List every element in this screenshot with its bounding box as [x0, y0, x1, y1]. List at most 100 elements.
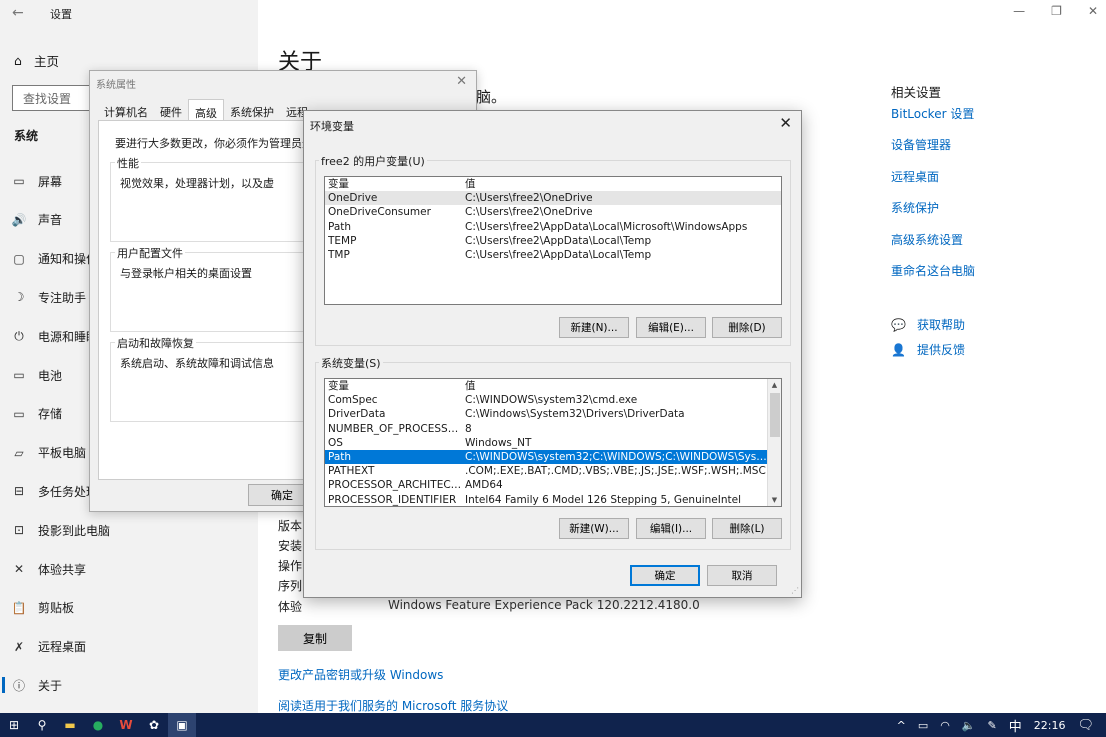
service-agreement-link[interactable]: 阅读适用于我们服务的 Microsoft 服务协议 — [278, 697, 508, 714]
scrollbar[interactable]: ▲ ▼ — [767, 379, 781, 506]
cancel-button[interactable]: 取消 — [707, 565, 777, 586]
window-title: 设置 — [50, 8, 72, 21]
table-row[interactable]: OS Windows_NT — [325, 436, 767, 450]
battery-tray-icon[interactable]: ▭ — [918, 719, 928, 732]
settings-gear-icon[interactable]: ✿ — [140, 713, 168, 737]
variable-name: Path — [328, 220, 352, 233]
variable-value: C:\Windows\System32\Drivers\DriverData — [465, 408, 685, 421]
get-help-link[interactable]: 💬 获取帮助 — [891, 316, 965, 333]
tablet-icon: ▱ — [14, 445, 24, 460]
table-row[interactable]: TMP C:\Users\free2\AppData\Local\Temp — [325, 248, 781, 262]
back-arrow-icon[interactable]: ← — [12, 5, 24, 21]
close-icon[interactable]: ✕ — [456, 74, 467, 89]
remote-desktop-link[interactable]: 远程桌面 — [891, 168, 939, 185]
sidebar-item-label: 存储 — [38, 407, 63, 422]
get-help-label: 获取帮助 — [917, 318, 966, 332]
bitlocker-link[interactable]: BitLocker 设置 — [891, 105, 974, 122]
scroll-down-icon[interactable]: ▼ — [768, 494, 781, 506]
table-row[interactable]: PATHEXT .COM;.EXE;.BAT;.CMD;.VBS;.VBE;.JS… — [325, 464, 767, 478]
group-text: 系统启动、系统故障和调试信息 — [120, 357, 274, 370]
browser-icon[interactable]: ● — [84, 713, 112, 737]
table-row[interactable]: ComSpec C:\WINDOWS\system32\cmd.exe — [325, 393, 767, 407]
table-row[interactable]: PROCESSOR_ARCHITECTU... AMD64 — [325, 478, 767, 492]
storage-icon: ▭ — [13, 406, 25, 421]
variable-value: Intel64 Family 6 Model 126 Stepping 5, G… — [465, 493, 742, 506]
edit-system-variable-button[interactable]: 编辑(I)... — [636, 518, 706, 539]
resize-grip-icon[interactable]: ⋰ — [791, 586, 799, 595]
variable-name: NUMBER_OF_PROCESSORS — [328, 422, 465, 435]
change-product-key-link[interactable]: 更改产品密钥或升级 Windows — [278, 666, 443, 683]
table-row[interactable]: OneDrive C:\Users\free2\OneDrive — [325, 191, 781, 206]
advanced-system-settings-link[interactable]: 高级系统设置 — [891, 231, 963, 248]
help-chat-icon: 💬 — [891, 317, 906, 332]
sidebar-item[interactable]: ⓘ 关于 — [0, 670, 258, 700]
edit-user-variable-button[interactable]: 编辑(E)... — [636, 317, 706, 338]
device-manager-link[interactable]: 设备管理器 — [891, 136, 951, 153]
sidebar-item-label: 屏幕 — [38, 174, 63, 189]
variable-value: .COM;.EXE;.BAT;.CMD;.VBS;.VBE;.JS;.JSE;.… — [465, 465, 766, 478]
sidebar-item[interactable]: 📋 剪贴板 — [0, 593, 258, 623]
new-user-variable-button[interactable]: 新建(N)... — [559, 317, 629, 338]
table-row[interactable]: Path C:\WINDOWS\system32;C:\WINDOWS;C:\WI… — [325, 449, 767, 465]
pen-icon[interactable]: ✎ — [988, 719, 997, 732]
system-variables-list[interactable]: 变量 值 ComSpec C:\WINDOWS\system32\cmd.exe D… — [324, 378, 782, 507]
project-icon: ⊡ — [13, 523, 25, 538]
spec-label: 操作 — [278, 559, 303, 573]
feedback-label: 提供反馈 — [917, 343, 966, 357]
ok-button[interactable]: 确定 — [630, 565, 700, 586]
delete-user-variable-button[interactable]: 删除(D) — [712, 317, 782, 338]
monitor-icon: ▭ — [13, 174, 25, 188]
column-header-value[interactable]: 值 — [465, 379, 767, 393]
list-header[interactable]: 变量 值 — [325, 177, 781, 191]
delete-system-variable-button[interactable]: 删除(L) — [712, 518, 782, 539]
list-header[interactable]: 变量 值 — [325, 379, 781, 393]
new-system-variable-button[interactable]: 新建(W)... — [559, 518, 629, 539]
column-header-value[interactable]: 值 — [465, 177, 781, 191]
rename-pc-link[interactable]: 重命名这台电脑 — [891, 262, 975, 279]
table-row[interactable]: Path C:\Users\free2\AppData\Local\Microso… — [325, 220, 781, 234]
sidebar-item-label: 声音 — [38, 213, 63, 228]
table-row[interactable]: DriverData C:\Windows\System32\Drivers\Dr… — [325, 407, 767, 421]
variable-name: OneDrive — [328, 192, 378, 205]
table-row[interactable]: NUMBER_OF_PROCESSORS 8 — [325, 422, 767, 436]
user-variables-group: free2 的用户变量(U) 变量 值 OneDrive C:\Users\fre… — [315, 153, 791, 346]
system-properties-taskbar-icon[interactable]: ▣ — [168, 713, 196, 737]
search-icon[interactable]: ⚲ — [28, 713, 56, 737]
sidebar-item-label: 平板电脑 — [38, 446, 87, 461]
group-label: 性能 — [115, 155, 141, 171]
table-row[interactable]: PROCESSOR_IDENTIFIER Intel64 Family 6 Mod… — [325, 493, 767, 507]
copy-button[interactable]: 复制 — [278, 625, 352, 651]
speaker-icon: 🔊 — [11, 212, 27, 227]
clock[interactable]: 22:16 — [1034, 719, 1066, 732]
close-icon[interactable]: ✕ — [779, 114, 792, 132]
column-header-variable[interactable]: 变量 — [328, 177, 465, 191]
system-protection-link[interactable]: 系统保护 — [891, 199, 939, 216]
sidebar-item[interactable]: ✕ 体验共享 — [0, 554, 258, 584]
taskbar: ⊞ ⚲ ▬ ● W ✿ ▣ ^ ▭ ◠ 🔈 ✎ 中 22:16 🗨 — [0, 713, 1106, 737]
sidebar-item[interactable]: ⊡ 投影到此电脑 — [0, 515, 258, 545]
system-variables-group: 系统变量(S) 变量 值 ComSpec C:\WINDOWS\system32\… — [315, 355, 791, 550]
table-row[interactable]: TEMP C:\Users\free2\AppData\Local\Temp — [325, 234, 781, 248]
notification-center-icon[interactable]: 🗨 — [1077, 718, 1094, 733]
partial-heading: 脑。 — [476, 88, 507, 106]
table-row[interactable]: OneDriveConsumer C:\Users\free2\OneDrive — [325, 205, 781, 219]
volume-icon[interactable]: 🔈 — [962, 719, 976, 732]
ime-indicator[interactable]: 中 — [1009, 716, 1022, 735]
chevron-up-icon[interactable]: ^ — [897, 719, 906, 732]
scroll-up-icon[interactable]: ▲ — [768, 379, 781, 391]
remote-icon: ✗ — [13, 639, 25, 654]
wifi-icon[interactable]: ◠ — [940, 719, 950, 732]
user-variables-list[interactable]: 变量 值 OneDrive C:\Users\free2\OneDrive OneD… — [324, 176, 782, 305]
variable-name: OneDriveConsumer — [328, 206, 431, 219]
column-header-variable[interactable]: 变量 — [328, 379, 465, 393]
sidebar-item-home[interactable]: ⌂ 主页 — [14, 51, 59, 70]
sidebar-item[interactable]: ✗ 远程桌面 — [0, 632, 258, 662]
start-icon[interactable]: ⊞ — [0, 713, 28, 737]
file-explorer-icon[interactable]: ▬ — [56, 713, 84, 737]
wps-icon[interactable]: W — [112, 713, 140, 737]
battery-icon: ▭ — [13, 368, 25, 382]
scroll-thumb[interactable] — [770, 393, 780, 437]
feedback-link[interactable]: 👤 提供反馈 — [891, 341, 965, 358]
home-label: 主页 — [33, 54, 59, 69]
feedback-icon: 👤 — [891, 342, 906, 357]
